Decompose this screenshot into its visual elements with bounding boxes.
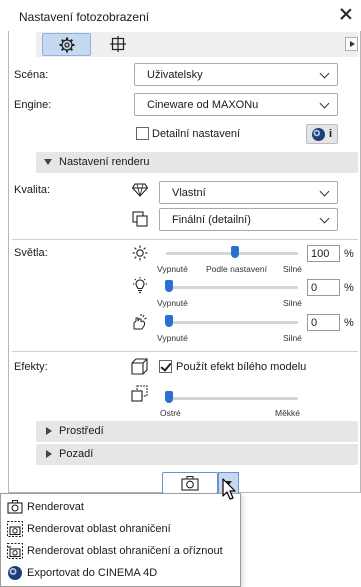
environment-section-header[interactable]: Prostředí <box>36 421 358 442</box>
background-section-header[interactable]: Pozadí <box>36 444 358 465</box>
crop-frame-icon <box>110 36 126 52</box>
camera-icon <box>181 476 199 491</box>
percent-unit: % <box>344 282 354 294</box>
quality-preset-dropdown[interactable]: Vlastní <box>159 181 338 204</box>
quality-mode-dropdown[interactable]: Finální (detailní) <box>159 208 338 231</box>
light-2-value-field[interactable]: 0 <box>307 279 340 296</box>
title-bar: Nastavení fotozobrazení <box>8 0 361 31</box>
sharpness-slider-track[interactable] <box>166 397 298 400</box>
white-model-checkbox[interactable] <box>159 360 172 373</box>
camera-area-icon <box>7 521 23 537</box>
info-icon: i <box>329 128 333 140</box>
menu-item-render[interactable]: Renderovat <box>1 496 241 518</box>
mouse-pointer-icon <box>222 478 236 500</box>
scene-label: Scéna: <box>14 69 49 81</box>
chevron-down-icon <box>319 68 330 79</box>
soft-shadow-icon <box>131 385 148 402</box>
sharpness-slider-knob[interactable] <box>165 391 173 403</box>
white-model-cube-icon <box>131 358 148 375</box>
quality-preset-value: Vlastní <box>172 187 206 199</box>
chevron-down-icon <box>319 186 330 197</box>
camera-crop-icon <box>7 543 23 559</box>
effects-label: Efekty: <box>14 361 48 373</box>
separator <box>12 239 358 240</box>
percent-unit: % <box>344 317 354 329</box>
cinema4d-icon <box>8 566 22 580</box>
engine-label: Engine: <box>14 99 52 111</box>
expand-triangle-icon <box>46 450 52 458</box>
sun-icon <box>132 245 148 261</box>
slider-max-label: Silné <box>283 298 302 308</box>
engine-value: Cineware od MAXONu <box>147 99 259 111</box>
cinema4d-icon <box>312 128 325 141</box>
light-slider-1-knob[interactable] <box>231 246 239 258</box>
render-settings-title: Nastavení renderu <box>59 156 150 168</box>
hand-light-icon <box>133 314 147 330</box>
menu-item-render-area[interactable]: Renderovat oblast ohraničení <box>1 518 241 540</box>
quality-mode-value: Finální (detailní) <box>172 214 251 226</box>
expand-triangle-icon <box>44 159 52 165</box>
window-title: Nastavení fotozobrazení <box>19 10 150 24</box>
slider-min-label: Vypnuté <box>157 298 188 308</box>
menu-item-label: Renderovat oblast ohraničení a oříznout <box>27 545 223 557</box>
detailed-settings-label: Detailní nastavení <box>152 128 241 140</box>
close-icon[interactable] <box>339 7 353 21</box>
light-slider-3-knob[interactable] <box>165 315 173 327</box>
tab-size[interactable] <box>94 33 143 56</box>
white-model-label: Použít efekt bílého modelu <box>176 361 307 373</box>
render-options-menu: Renderovat Renderovat oblast ohraničení … <box>0 493 241 587</box>
menu-item-label: Renderovat oblast ohraničení <box>27 523 171 535</box>
separator <box>12 351 358 352</box>
menu-item-label: Exportovat do CINEMA 4D <box>27 567 158 579</box>
engine-dropdown[interactable]: Cineware od MAXONu <box>134 93 338 116</box>
quality-label: Kvalita: <box>14 184 51 196</box>
render-button[interactable] <box>162 472 218 494</box>
slider-max-label: Silné <box>283 264 302 274</box>
environment-section-title: Prostředí <box>59 425 104 437</box>
gear-icon <box>59 37 75 53</box>
menu-item-render-area-crop[interactable]: Renderovat oblast ohraničení a oříznout <box>1 540 241 562</box>
tab-scroll-right-button[interactable] <box>345 37 358 51</box>
light-slider-2-knob[interactable] <box>165 280 173 292</box>
diamond-icon <box>132 183 148 197</box>
chevron-down-icon <box>319 213 330 224</box>
sharpness-max-label: Měkké <box>275 408 301 418</box>
slider-min-label: Vypnuté <box>157 264 188 274</box>
slider-min-label: Vypnuté <box>157 333 188 343</box>
tab-settings[interactable] <box>42 33 91 56</box>
menu-item-export-cinema4d[interactable]: Exportovat do CINEMA 4D <box>1 562 241 584</box>
slider-max-label: Silné <box>283 333 302 343</box>
detailed-settings-checkbox[interactable] <box>136 127 149 140</box>
bulb-icon <box>133 277 147 294</box>
tab-strip <box>36 32 358 57</box>
percent-unit: % <box>344 248 354 260</box>
light-3-value-field[interactable]: 0 <box>307 314 340 331</box>
render-output-icon <box>132 211 148 227</box>
menu-item-label: Renderovat <box>27 501 84 513</box>
scene-value: Uživatelsky <box>147 69 203 81</box>
scene-dropdown[interactable]: Uživatelsky <box>134 63 338 86</box>
light-1-value-field[interactable]: 100 <box>307 245 340 262</box>
sharpness-min-label: Ostré <box>160 408 181 418</box>
chevron-down-icon <box>319 98 330 109</box>
lights-label: Světla: <box>14 247 48 259</box>
expand-triangle-icon <box>46 427 52 435</box>
cineware-info-button[interactable]: i <box>306 124 338 144</box>
light-slider-3-track[interactable] <box>166 321 298 324</box>
render-settings-header[interactable]: Nastavení renderu <box>36 152 358 173</box>
slider-mid-label: Podle nastavení <box>206 264 267 274</box>
light-slider-2-track[interactable] <box>166 286 298 289</box>
camera-icon <box>7 500 23 514</box>
background-section-title: Pozadí <box>59 448 94 460</box>
